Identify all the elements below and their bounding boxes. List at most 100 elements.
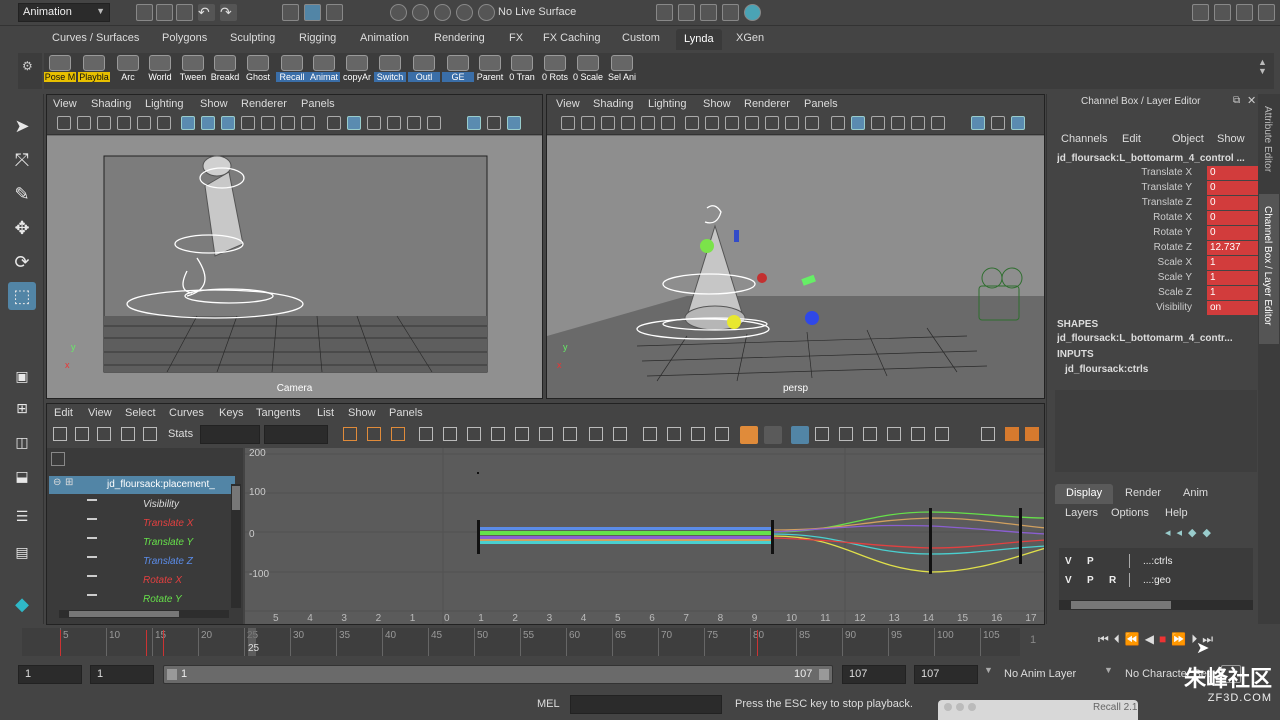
shelf-button[interactable]: Arc <box>112 55 144 87</box>
menu-channels[interactable]: Channels <box>1061 133 1107 145</box>
tab-attribute-editor[interactable]: Attribute Editor <box>1262 106 1273 172</box>
menu-show[interactable]: Show <box>348 407 376 419</box>
pre-infinity-icon[interactable] <box>815 427 829 441</box>
persp-graph-layout-icon[interactable]: ⬓ <box>8 462 36 490</box>
select-tool-icon[interactable]: ➤ <box>8 112 36 140</box>
four-pane-layout-icon[interactable]: ⊞ <box>8 394 36 422</box>
shelf-button[interactable]: Recall <box>276 55 308 87</box>
auto-tangent-icon[interactable] <box>419 427 433 441</box>
select-object-icon[interactable] <box>304 4 321 21</box>
shelf-tab[interactable]: Custom <box>622 32 660 44</box>
shelf-button[interactable]: Breakd <box>209 55 241 87</box>
safe-title-icon[interactable] <box>301 116 315 130</box>
menu-shading[interactable]: Shading <box>593 98 633 110</box>
paint-select-tool-icon[interactable]: ✎ <box>8 180 36 208</box>
camera-select-icon[interactable] <box>57 116 71 130</box>
anim-layer-label[interactable]: No Anim Layer <box>1004 668 1076 680</box>
grid-toggle-icon[interactable] <box>685 116 699 130</box>
lattice-deform-icon[interactable] <box>97 427 111 441</box>
attribute-row[interactable]: Rotate Z 12.737 <box>1057 241 1265 256</box>
attribute-row[interactable]: Scale Y 1 <box>1057 271 1265 286</box>
recall-popup-window[interactable]: Recall 2.1 <box>938 700 1138 720</box>
menu-lighting[interactable]: Lighting <box>648 98 687 110</box>
shelf-button[interactable]: GE <box>442 55 474 87</box>
shelf-tab[interactable]: Polygons <box>162 32 207 44</box>
close-icon[interactable]: ✕ <box>1247 94 1256 107</box>
menu-renderer[interactable]: Renderer <box>744 98 790 110</box>
undo-icon[interactable]: ↶ <box>198 4 215 21</box>
linear-infinity-icon[interactable] <box>935 427 949 441</box>
side-by-side-layout-icon[interactable]: ◫ <box>8 428 36 456</box>
buffer-curve-icon[interactable] <box>691 427 705 441</box>
shelf-tab[interactable]: XGen <box>736 32 764 44</box>
shelf-tab[interactable]: Curves / Surfaces <box>52 32 139 44</box>
single-pane-layout-icon[interactable]: ▣ <box>8 362 36 390</box>
cycle-icon[interactable] <box>863 427 877 441</box>
outliner-root-row[interactable]: ⊖ ⊞ jd_floursack:placement_ <box>49 476 235 494</box>
free-tangent-weight-icon[interactable] <box>643 427 657 441</box>
tab-anim[interactable]: Anim <box>1183 487 1208 499</box>
menu-edit[interactable]: Edit <box>54 407 73 419</box>
go-to-start-icon[interactable]: ⏮ <box>1098 632 1114 646</box>
stats-value-field[interactable] <box>264 425 328 444</box>
shadows-icon[interactable] <box>427 116 441 130</box>
layer-playback-toggle[interactable]: P <box>1087 556 1094 567</box>
snap-grid-icon[interactable] <box>390 4 407 21</box>
lights-icon[interactable] <box>407 116 421 130</box>
shelf-button[interactable]: World <box>144 55 176 87</box>
film-gate-icon[interactable] <box>705 116 719 130</box>
step-back-key-icon[interactable]: ⏪ <box>1125 632 1145 646</box>
menu-view[interactable]: View <box>88 407 112 419</box>
attribute-row[interactable]: Translate Z 0 <box>1057 196 1265 211</box>
menu-object[interactable]: Object <box>1172 133 1204 145</box>
unify-tangents-icon[interactable] <box>613 427 627 441</box>
plateau-tangent-icon[interactable] <box>563 427 577 441</box>
menu-panels[interactable]: Panels <box>301 98 335 110</box>
two-d-pan-icon[interactable] <box>137 116 151 130</box>
bookmark-icon[interactable] <box>97 116 111 130</box>
clamped-tangent-icon[interactable] <box>467 427 481 441</box>
animation-start-field[interactable]: 1 <box>18 665 82 684</box>
menu-curves[interactable]: Curves <box>169 407 204 419</box>
channel-row[interactable]: Translate Y <box>49 534 229 552</box>
center-current-time-icon[interactable] <box>391 427 405 441</box>
render-view-icon[interactable] <box>656 4 673 21</box>
curve-graph[interactable]: 200 100 0 -100 5 4 3 2 1 0 1 2 3 4 5 6 7 8 9 10 11 12 13 14 15 1… <box>245 448 1044 624</box>
window-maximize-icon[interactable] <box>968 703 976 711</box>
menu-layers[interactable]: Layers <box>1065 507 1098 519</box>
cycle-offset-icon[interactable] <box>887 427 901 441</box>
xray-icon[interactable] <box>487 116 501 130</box>
channel-row[interactable]: Rotate X <box>49 572 229 590</box>
select-hierarchy-icon[interactable] <box>282 4 299 21</box>
playback-end-field[interactable]: 107 <box>842 665 906 684</box>
command-language-label[interactable]: MEL <box>537 698 560 710</box>
camera-select-icon[interactable] <box>561 116 575 130</box>
filter-icon[interactable] <box>51 452 65 466</box>
attribute-row[interactable]: Rotate X 0 <box>1057 211 1265 226</box>
layer-row[interactable]: V P R ...:geo <box>1059 573 1249 589</box>
shelf-tab[interactable]: Lynda <box>676 29 722 50</box>
shelf-button[interactable]: Sel Ani <box>606 55 638 87</box>
render-settings-icon[interactable] <box>722 4 739 21</box>
step-back-frame-icon[interactable]: ⏴ <box>1114 632 1125 646</box>
gate-mask-icon[interactable] <box>241 116 255 130</box>
playback-start-field[interactable]: 1 <box>90 665 154 684</box>
attribute-value[interactable]: 0 <box>1207 211 1265 225</box>
layer-hscrollbar[interactable] <box>1059 600 1253 610</box>
shelf-menu[interactable]: ⚙ <box>18 53 42 89</box>
shelf-button[interactable]: 0 Scale <box>572 55 604 87</box>
render-icon[interactable] <box>678 4 695 21</box>
attribute-value[interactable]: on <box>1207 301 1265 315</box>
wireframe-icon[interactable] <box>831 116 845 130</box>
shelf-button[interactable]: Ghost <box>242 55 274 87</box>
shelf-scroll[interactable]: ▲ ▼ <box>1258 58 1267 76</box>
region-tool-icon[interactable] <box>121 427 135 441</box>
snap-live-icon[interactable] <box>478 4 495 21</box>
attribute-row[interactable]: Translate Y 0 <box>1057 181 1265 196</box>
current-frame-field[interactable]: 1 <box>1024 632 1080 651</box>
denormalize-icon[interactable] <box>764 426 782 444</box>
tab-channel-box-bg[interactable]: Channel Box / Layer Editor <box>1259 194 1279 344</box>
range-bar[interactable]: 1 107 <box>163 665 833 684</box>
channel-row[interactable]: Rotate Y <box>49 591 229 609</box>
menu-view[interactable]: View <box>556 98 580 110</box>
